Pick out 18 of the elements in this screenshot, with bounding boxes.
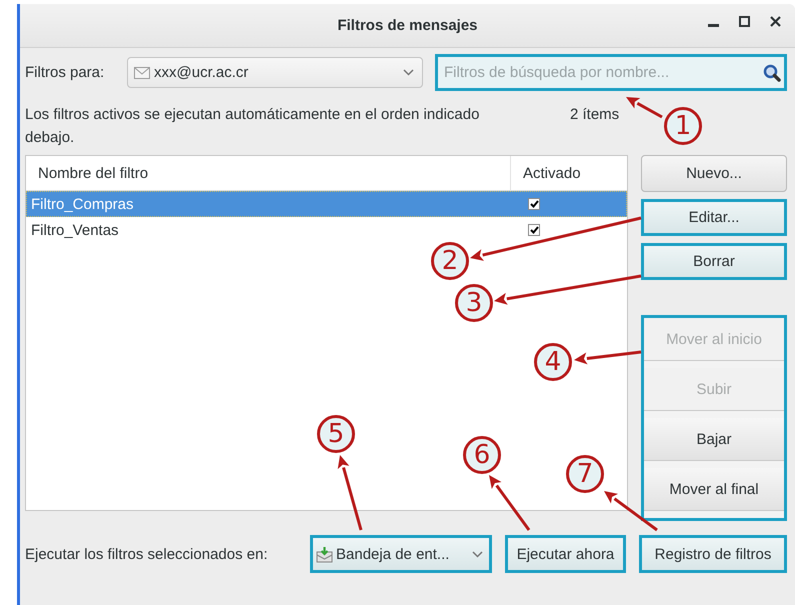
filter-name: Filtro_Compras: [30, 196, 135, 212]
item-count: 2 ítems: [570, 105, 620, 125]
action-button[interactable]: Registro de filtros: [639, 535, 787, 573]
action-button[interactable]: Ejecutar ahora: [505, 535, 626, 573]
column-header[interactable]: Nombre del filtro: [26, 164, 148, 182]
account-dropdown[interactable]: xxx@ucr.ac.cr: [127, 57, 423, 88]
search-field[interactable]: Filtros de búsqueda por nombre...: [435, 54, 787, 91]
filter-name: Filtro_Ventas: [30, 222, 120, 238]
filter-row[interactable]: Filtro_Ventas: [26, 217, 627, 243]
description-text: Los filtros activos se ejecutan automáticamente en el orden indicado debajo.: [25, 105, 480, 148]
side-button[interactable]: Editar...: [641, 199, 787, 236]
run-in-label: Ejecutar los filtros seleccionados en:: [25, 546, 269, 562]
window-title: Filtros de mensajes: [337, 17, 478, 34]
account-label: Filtros para:: [25, 64, 106, 81]
folder-dropdown[interactable]: Bandeja de ent...: [310, 535, 492, 573]
column-header[interactable]: Activado: [511, 164, 581, 182]
side-button[interactable]: Borrar: [641, 243, 787, 280]
side-button[interactable]: Nuevo...: [641, 155, 787, 192]
